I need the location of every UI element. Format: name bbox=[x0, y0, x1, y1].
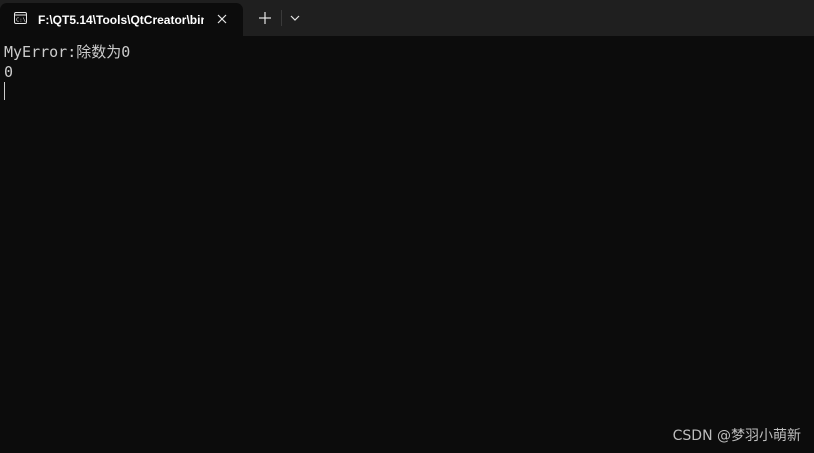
output-line: MyError:除数为0 bbox=[4, 43, 131, 61]
watermark: CSDN @梦羽小萌新 bbox=[672, 428, 801, 444]
tab-active[interactable]: C:\ F:\QT5.14\Tools\QtCreator\bin bbox=[0, 3, 243, 36]
tab-title: F:\QT5.14\Tools\QtCreator\bin bbox=[38, 13, 204, 27]
plus-icon[interactable] bbox=[256, 9, 274, 27]
chevron-down-icon[interactable] bbox=[287, 10, 303, 26]
svg-text:C:\: C:\ bbox=[16, 18, 26, 24]
terminal-icon: C:\ bbox=[14, 12, 27, 24]
text-cursor bbox=[4, 82, 5, 100]
output-line: 0 bbox=[4, 63, 14, 81]
terminal-window: C:\ F:\QT5.14\Tools\QtCreator\bin MyErro… bbox=[0, 0, 814, 453]
terminal-output[interactable]: MyError:除数为0 0 CSDN @梦羽小萌新 bbox=[0, 36, 814, 453]
toolbar-separator bbox=[281, 10, 282, 26]
close-icon[interactable] bbox=[214, 11, 230, 27]
title-bar: C:\ F:\QT5.14\Tools\QtCreator\bin bbox=[0, 0, 814, 36]
